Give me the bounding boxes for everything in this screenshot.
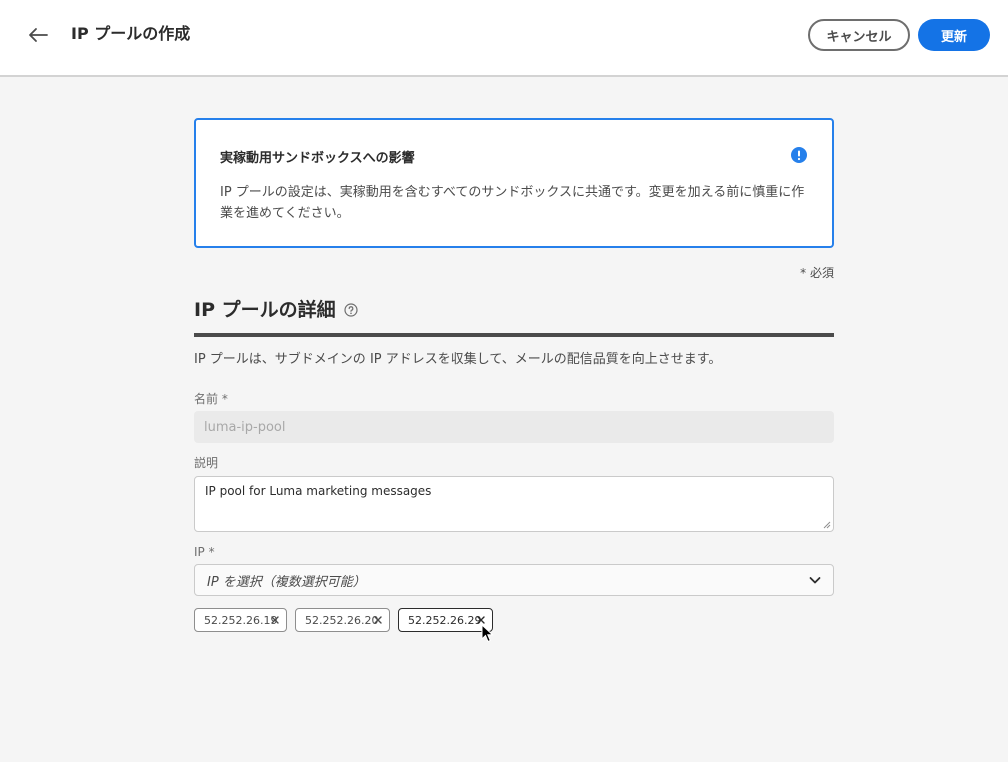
back-button[interactable] (22, 20, 54, 50)
name-label: 名前 * (194, 392, 228, 406)
mouse-cursor-icon (481, 624, 494, 643)
ip-label: IP * (194, 545, 215, 559)
ip-tag: 52.252.26.19 (194, 608, 287, 632)
page-title: IP プールの作成 (71, 24, 191, 43)
close-icon[interactable] (373, 615, 383, 625)
production-impact-alert: 実稼動用サンドボックスへの影響 IP プールの設定は、実稼動用を含むすべてのサン… (194, 118, 834, 248)
ip-select[interactable]: IP を選択（複数選択可能） (194, 564, 834, 596)
ip-tag-label: 52.252.26.19 (204, 613, 278, 627)
alert-body: IP プールの設定は、実稼動用を含むすべてのサンドボックスに共通です。変更を加え… (220, 185, 805, 221)
name-value: luma-ip-pool (204, 419, 286, 435)
ip-tag-label: 52.252.26.20 (305, 613, 379, 627)
help-circle-icon[interactable] (344, 303, 358, 317)
header-bar: IP プールの作成 キャンセル 更新 (0, 0, 1008, 77)
name-field[interactable]: luma-ip-pool (194, 411, 834, 443)
update-button[interactable]: 更新 (918, 19, 990, 51)
description-value: IP pool for Luma marketing messages (205, 484, 432, 498)
required-note: * 必須 (800, 266, 834, 280)
ip-tag: 52.252.26.29 (398, 608, 493, 632)
description-label: 説明 (194, 456, 219, 470)
ip-tag: 52.252.26.20 (295, 608, 390, 632)
description-field[interactable]: IP pool for Luma marketing messages (194, 476, 834, 532)
info-circle-icon (791, 147, 807, 163)
close-icon[interactable] (270, 615, 280, 625)
alert-title: 実稼動用サンドボックスへの影響 (220, 151, 415, 166)
ip-tag-label: 52.252.26.29 (408, 613, 482, 627)
section-title: IP プールの詳細 (194, 297, 358, 323)
ip-select-placeholder: IP を選択（複数選択可能） (207, 574, 366, 590)
cancel-button[interactable]: キャンセル (808, 19, 910, 51)
chevron-down-icon (809, 577, 821, 584)
resize-grip-icon[interactable] (823, 521, 831, 529)
section-title-text: IP プールの詳細 (194, 299, 336, 321)
arrow-left-icon (29, 28, 48, 42)
section-description: IP プールは、サブドメインの IP アドレスを収集して、メールの配信品質を向上… (194, 352, 722, 367)
section-divider (194, 333, 834, 337)
